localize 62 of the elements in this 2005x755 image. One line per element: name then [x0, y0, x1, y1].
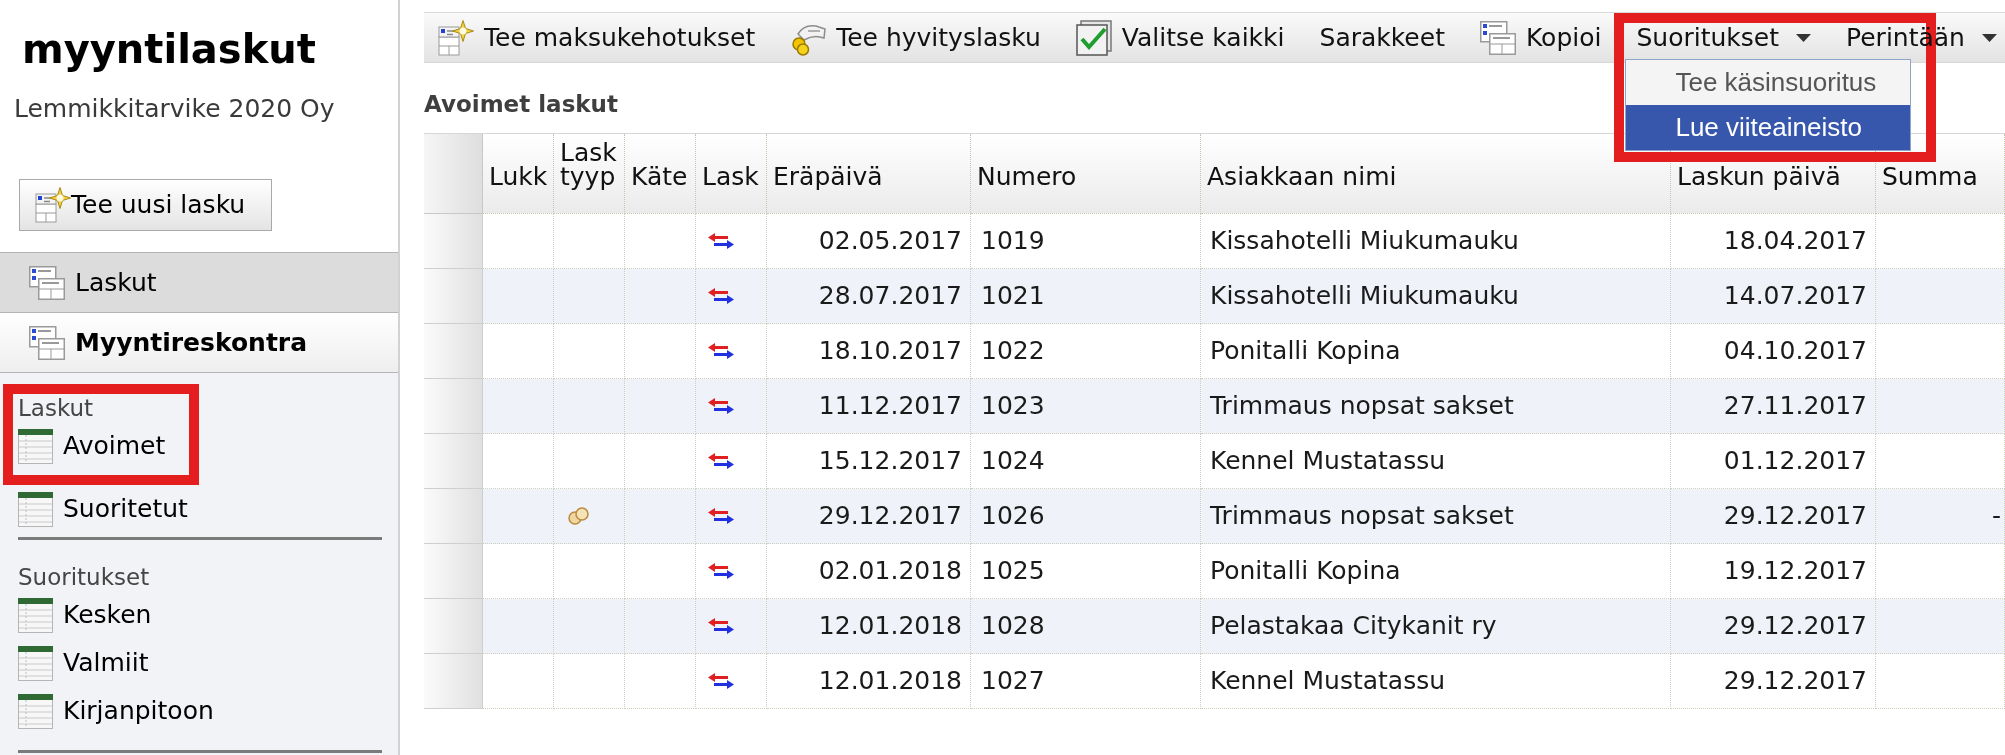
table-title: Avoimet laskut: [424, 90, 618, 118]
sparkle-document-icon: [35, 187, 71, 223]
menu-option[interactable]: Lue viiteaineisto: [1626, 105, 1911, 150]
window-list-icon: [29, 265, 65, 300]
sparkle-document-icon: [438, 19, 474, 56]
table-icon: [18, 597, 53, 633]
row-header: [424, 214, 483, 269]
nav-item[interactable]: Suoritetut: [18, 485, 188, 533]
menu-option[interactable]: Tee käsinsuoritus: [1626, 60, 1911, 105]
column-header[interactable]: Eräpäivä: [767, 134, 971, 214]
exchange-arrows-icon: [708, 508, 734, 524]
exchange-arrows-icon: [708, 673, 734, 689]
nav-item[interactable]: Kirjanpitoon: [18, 687, 214, 735]
nav-item[interactable]: Avoimet: [18, 422, 166, 470]
nav-item[interactable]: Valmiit: [18, 639, 149, 687]
row-header: [424, 599, 483, 654]
exchange-arrows-icon: [708, 563, 734, 579]
section-label: Suoritukset: [18, 563, 150, 591]
column-header[interactable]: Lask tyyp: [554, 134, 625, 214]
company-name: Lemmikkitarvike 2020 Oy: [14, 94, 335, 124]
exchange-arrows-icon: [708, 453, 734, 469]
exchange-arrows-icon: [708, 618, 734, 634]
new-invoice-button[interactable]: Tee uusi lasku: [19, 179, 272, 231]
table-icon: [18, 693, 53, 729]
table-cell: [483, 654, 554, 709]
checkbox-tick-icon: [1075, 19, 1112, 56]
table-icon: [18, 645, 53, 681]
toolbar-button[interactable]: Valitse kaikki: [1075, 18, 1285, 57]
window-list-icon: [1479, 20, 1516, 55]
window-list-icon: [29, 325, 65, 360]
table-cell: 12.01.2018: [767, 654, 971, 709]
row-header: [424, 324, 483, 379]
section-label: Laskut: [18, 394, 94, 422]
accordion-header[interactable]: Laskut: [0, 253, 398, 313]
exchange-arrows-icon: [708, 233, 734, 249]
column-header[interactable]: Lask: [696, 134, 767, 214]
exchange-arrows-icon: [708, 288, 734, 304]
column-header[interactable]: Lukk: [483, 134, 554, 214]
row-header: [424, 489, 483, 544]
row-header: [424, 654, 483, 709]
column-header[interactable]: Numero: [971, 134, 1201, 214]
toolbar-button[interactable]: Kopioi: [1479, 18, 1602, 57]
row-header: [424, 269, 483, 324]
exchange-arrows-icon: [708, 398, 734, 414]
table-icon: [18, 491, 53, 527]
app-title: myyntilaskut: [22, 25, 316, 74]
toolbar-button[interactable]: Tee maksukehotukset: [438, 18, 756, 57]
table-icon: [18, 428, 53, 464]
nav-item[interactable]: Kesken: [18, 591, 152, 639]
toolbar-button[interactable]: Sarakkeet: [1319, 18, 1445, 57]
row-header: [424, 544, 483, 599]
menu-button[interactable]: Suoritukset: [1636, 25, 1812, 50]
exchange-arrows-icon: [708, 343, 734, 359]
column-header[interactable]: Käte: [625, 134, 696, 214]
row-header: [424, 434, 483, 489]
caret-icon: [1796, 33, 1812, 42]
table-cell: Kennel Mustatassu: [1201, 654, 1671, 709]
caret-icon: [1981, 33, 1997, 42]
table-cell: 1027: [971, 654, 1201, 709]
row-header: [424, 379, 483, 434]
toolbar-button[interactable]: Tee hyvityslasku: [790, 18, 1041, 57]
table-cell: 29.12.2017: [1671, 654, 1876, 709]
